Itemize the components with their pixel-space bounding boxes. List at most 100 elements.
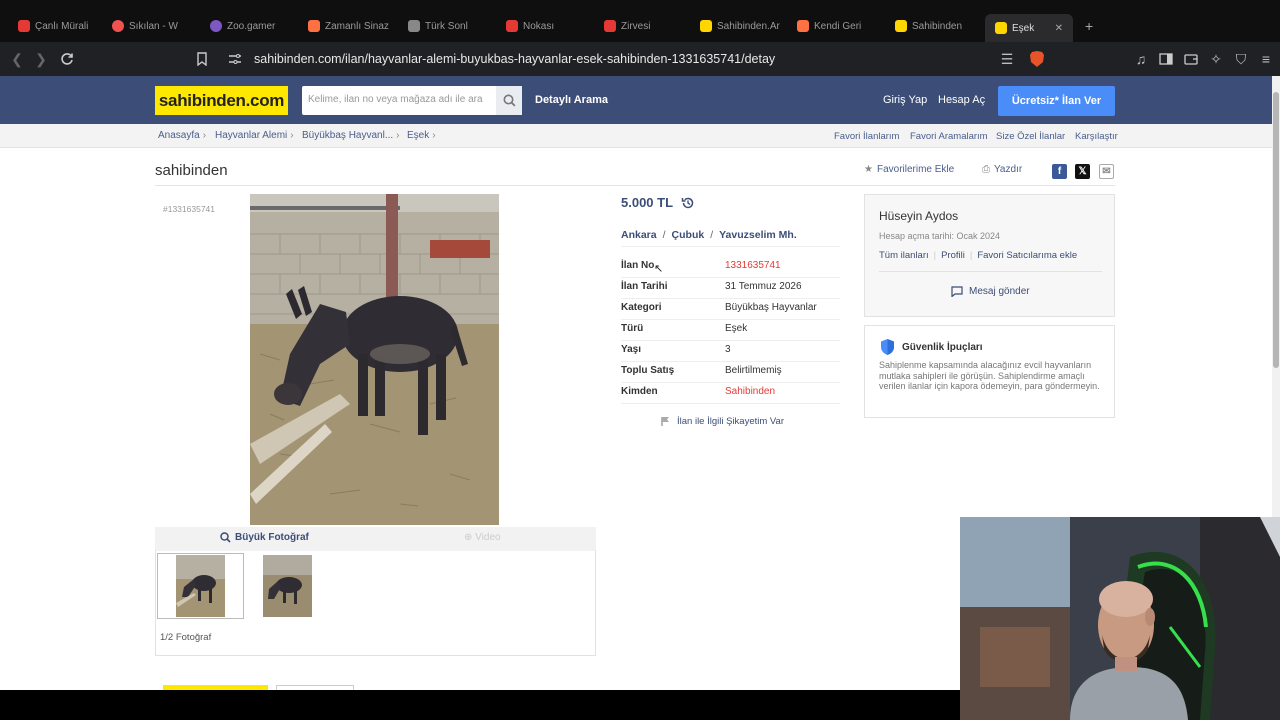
thumbnail-image xyxy=(176,555,225,617)
location-district[interactable]: Çubuk xyxy=(672,229,705,241)
printer-icon: ⎙ xyxy=(982,164,990,175)
bookmark-icon[interactable] xyxy=(192,49,212,69)
brave-shield-icon[interactable] xyxy=(1027,49,1047,69)
favorite-seller-link[interactable]: Favori Satıcılarıma ekle xyxy=(977,250,1077,261)
browser-tab[interactable]: Nokası xyxy=(506,16,590,36)
tab-favicon-icon xyxy=(506,20,518,32)
detail-row: İlan Tarihi 31 Temmuz 2026 xyxy=(621,278,840,299)
favorite-searches-link[interactable]: Favori Aramalarım xyxy=(910,131,988,142)
browser-tab[interactable]: Türk Sonl xyxy=(408,16,492,36)
breadcrumb: Anasayfa › Hayvanlar Alemi › Büyükbaş Hayv… xyxy=(0,124,1272,148)
price-history-icon[interactable] xyxy=(681,196,695,210)
all-listings-link[interactable]: Tüm ilanları xyxy=(879,250,929,261)
location-neighborhood[interactable]: Yavuzselim Mh. xyxy=(719,229,797,241)
search-icon xyxy=(503,94,516,107)
send-message-button[interactable]: Mesaj gönder xyxy=(951,286,1030,297)
compare-link[interactable]: Karşılaştır xyxy=(1075,131,1118,142)
webcam-overlay xyxy=(960,517,1280,720)
seller-since: Hesap açma tarihi: Ocak 2024 xyxy=(879,231,1001,241)
tab-favicon-icon xyxy=(995,22,1007,34)
safety-tips-title: Güvenlik İpuçları xyxy=(879,338,983,356)
search-input[interactable]: Kelime, ilan no veya mağaza adı ile ara xyxy=(302,86,522,115)
seller-divider xyxy=(879,271,1102,272)
letterbox-bar xyxy=(0,690,960,720)
seller-card: Hüseyin Aydos Hesap açma tarihi: Ocak 20… xyxy=(864,194,1115,317)
close-tab-icon[interactable]: ✕ xyxy=(1055,23,1063,34)
forward-icon[interactable]: ❯ xyxy=(31,49,51,69)
thumbnail-image xyxy=(263,555,312,617)
report-listing-link[interactable]: İlan ile İlgili Şikayetim Var xyxy=(661,416,784,427)
back-icon[interactable]: ❮ xyxy=(7,49,27,69)
zoom-icon xyxy=(220,532,231,543)
site-info-icon[interactable] xyxy=(225,49,245,69)
advanced-search-link[interactable]: Detaylı Arama xyxy=(535,94,608,106)
url-field[interactable]: sahibinden.com/ilan/hayvanlar-alemi-buyu… xyxy=(254,52,775,66)
site-logo[interactable]: sahibinden.com xyxy=(155,86,288,115)
special-listings-link[interactable]: Size Özel İlanlar xyxy=(996,131,1065,142)
thumbnail-2[interactable] xyxy=(263,555,312,617)
browser-tab[interactable]: Sıkılan - W xyxy=(112,16,196,36)
browser-tab[interactable]: Çanlı Mürali xyxy=(18,16,102,36)
print-button[interactable]: ⎙ Yazdır xyxy=(982,164,1022,175)
browser-tab-active[interactable]: Eşek ✕ xyxy=(985,14,1073,42)
x-share-icon[interactable]: 𝕏 xyxy=(1075,164,1090,179)
big-photo-button[interactable]: Büyük Fotoğraf xyxy=(220,532,309,543)
video-button: ⊕ Video xyxy=(464,532,501,543)
browser-tab[interactable]: Kendi Geri xyxy=(797,16,881,36)
browser-tab[interactable]: Sahibinden xyxy=(895,16,979,36)
detail-row: Toplu Satış Belirtilmemiş xyxy=(621,362,840,383)
tab-favicon-icon xyxy=(210,20,222,32)
music-icon[interactable]: ♫ xyxy=(1131,49,1151,69)
tab-favicon-icon xyxy=(408,20,420,32)
add-favorite-button[interactable]: ★ Favorilerime Ekle xyxy=(864,164,954,175)
listing-id-label: #1331635741 xyxy=(163,204,216,214)
donkey-photo-image xyxy=(250,194,499,525)
flag-icon xyxy=(661,417,669,426)
mouse-cursor-icon: ↖ xyxy=(654,263,664,275)
breadcrumb-item[interactable]: Anasayfa › xyxy=(158,130,206,141)
title-divider xyxy=(155,185,1115,186)
browser-tab[interactable]: Zoo.gamer xyxy=(210,16,294,36)
browser-tab[interactable]: Zirvesi xyxy=(604,16,688,36)
browser-tab[interactable]: Zamanlı Sinaz xyxy=(308,16,392,36)
new-tab-icon[interactable]: + xyxy=(1085,16,1105,36)
browser-tab[interactable]: Sahibinden.Ar xyxy=(700,16,784,36)
vpn-shield-icon[interactable]: ⛉ xyxy=(1231,49,1251,69)
tab-favicon-icon xyxy=(797,20,809,32)
message-icon xyxy=(951,286,963,297)
price-label: 5.000 TL xyxy=(621,195,695,210)
breadcrumb-item[interactable]: Eşek › xyxy=(407,130,436,141)
search-button[interactable] xyxy=(496,86,522,115)
browser-toolbar: ❮ ❯ sahibinden.com/ilan/hayvanlar-alemi-… xyxy=(0,42,1280,76)
sidebar-icon[interactable] xyxy=(1156,49,1176,69)
profile-link[interactable]: Profili xyxy=(941,250,965,261)
breadcrumb-item[interactable]: Büyükbaş Hayvanl... › xyxy=(302,130,400,141)
details-divider xyxy=(621,246,840,247)
photo-counter: 1/2 Fotoğraf xyxy=(160,632,212,643)
thumbnail-1[interactable] xyxy=(176,555,225,617)
favorite-listings-link[interactable]: Favori İlanlarım xyxy=(834,131,899,142)
seller-name[interactable]: Hüseyin Aydos xyxy=(879,209,958,223)
leo-ai-icon[interactable]: ✧ xyxy=(1206,49,1226,69)
shield-icon xyxy=(881,339,894,355)
page-scrollbar-thumb[interactable] xyxy=(1273,92,1279,368)
page-title: sahibinden xyxy=(155,162,228,179)
reload-icon[interactable] xyxy=(57,49,77,69)
location-city[interactable]: Ankara xyxy=(621,229,657,241)
star-icon: ★ xyxy=(864,164,873,175)
facebook-share-icon[interactable]: f xyxy=(1052,164,1067,179)
tab-favicon-icon xyxy=(700,20,712,32)
email-share-icon[interactable]: ✉ xyxy=(1099,164,1114,179)
login-link[interactable]: Giriş Yap xyxy=(883,94,927,106)
post-ad-button[interactable]: Ücretsiz* İlan Ver xyxy=(998,86,1115,116)
reader-mode-icon[interactable]: ☰ xyxy=(997,49,1017,69)
tab-favicon-icon xyxy=(895,20,907,32)
detail-row: Kategori Büyükbaş Hayvanlar xyxy=(621,299,840,320)
menu-icon[interactable]: ≡ xyxy=(1256,49,1276,69)
safety-tips-text: Sahiplenme kapsamında alacağınız evcil h… xyxy=(879,360,1100,392)
breadcrumb-item[interactable]: Hayvanlar Alemi › xyxy=(215,130,294,141)
main-photo[interactable] xyxy=(250,194,499,525)
tab-favicon-icon xyxy=(308,20,320,32)
wallet-icon[interactable] xyxy=(1181,49,1201,69)
register-link[interactable]: Hesap Aç xyxy=(938,94,985,106)
